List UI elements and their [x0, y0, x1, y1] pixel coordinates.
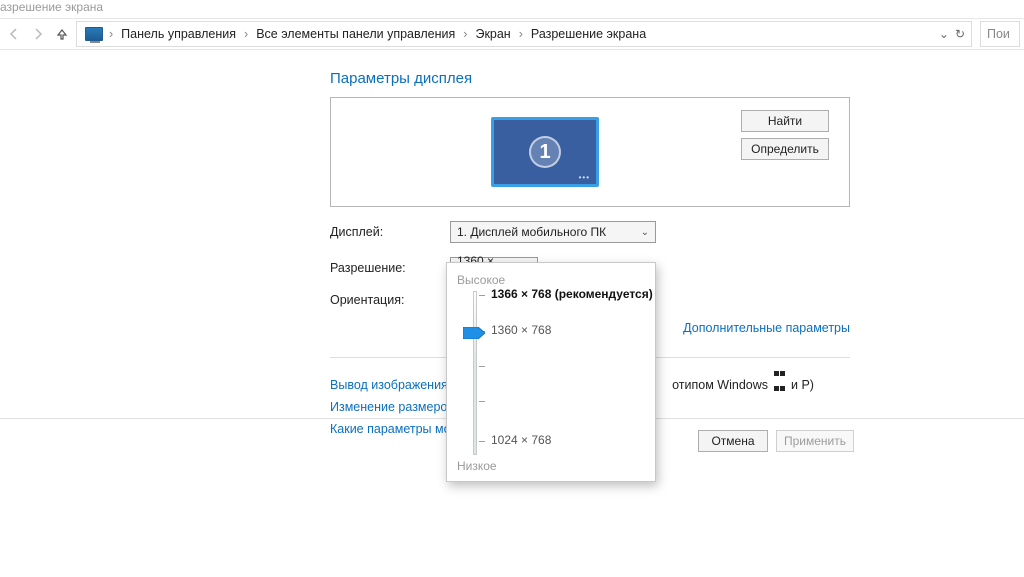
back-button[interactable] [4, 24, 24, 44]
apply-button[interactable]: Применить [776, 430, 854, 452]
cancel-button[interactable]: Отмена [698, 430, 768, 452]
slider-tick [479, 441, 485, 442]
monitor-number: 1 [529, 136, 561, 168]
resolution-option[interactable]: 1360 × 768 [491, 323, 551, 337]
search-placeholder: Пои [987, 27, 1010, 41]
slider-thumb[interactable] [463, 327, 485, 339]
navigation-bar: › Панель управления › Все элементы панел… [0, 18, 1024, 50]
forward-button[interactable] [28, 24, 48, 44]
resolution-slider-popup: Высокое 1366 × 768 (рекомендуется) 1360 … [446, 262, 656, 482]
slider-track [473, 291, 477, 455]
control-panel-icon [85, 27, 103, 41]
advanced-settings-link[interactable]: Дополнительные параметры [683, 321, 850, 335]
crumb-control-panel[interactable]: Панель управления [115, 27, 242, 41]
orientation-label: Ориентация: [330, 293, 450, 307]
chevron-right-icon: › [242, 27, 250, 41]
display-selected: 1. Дисплей мобильного ПК [457, 225, 606, 239]
chevron-down-icon: ⌄ [641, 227, 649, 238]
display-preview: 1 Найти Определить [330, 97, 850, 207]
chevron-down-icon[interactable]: ⌄ [939, 27, 949, 41]
chevron-right-icon: › [107, 27, 115, 41]
slider-tick [479, 295, 485, 296]
up-button[interactable] [52, 24, 72, 44]
slider-tick [479, 366, 485, 367]
crumb-display[interactable]: Экран [469, 27, 516, 41]
search-input[interactable]: Пои [980, 21, 1020, 47]
resolution-option-recommended[interactable]: 1366 × 768 (рекомендуется) [491, 287, 653, 301]
display-label: Дисплей: [330, 225, 450, 239]
resolution-label: Разрешение: [330, 261, 450, 275]
monitor-thumbnail[interactable]: 1 [491, 117, 599, 187]
page-heading: Параметры дисплея [330, 70, 1024, 87]
windows-logo-icon [774, 366, 786, 378]
detect-button[interactable]: Определить [741, 138, 829, 160]
chevron-right-icon: › [461, 27, 469, 41]
crumb-all-items[interactable]: Все элементы панели управления [250, 27, 461, 41]
slider-low-label: Низкое [457, 459, 497, 473]
resolution-option[interactable]: 1024 × 768 [491, 433, 551, 447]
window-title: азрешение экрана [0, 0, 1024, 18]
slider-high-label: Высокое [457, 273, 649, 287]
display-dropdown[interactable]: 1. Дисплей мобильного ПК ⌄ [450, 221, 656, 243]
project-link[interactable]: Вывод изображения на [330, 378, 465, 392]
resolution-slider[interactable] [463, 291, 491, 455]
refresh-icon[interactable]: ↻ [955, 27, 965, 41]
slider-tick [479, 401, 485, 402]
find-button[interactable]: Найти [741, 110, 829, 132]
breadcrumb[interactable]: › Панель управления › Все элементы панел… [76, 21, 972, 47]
project-hint-suffix: и P) [791, 378, 814, 392]
crumb-resolution[interactable]: Разрешение экрана [525, 27, 652, 41]
project-hint-text: отипом Windows [672, 378, 768, 392]
chevron-right-icon: › [517, 27, 525, 41]
